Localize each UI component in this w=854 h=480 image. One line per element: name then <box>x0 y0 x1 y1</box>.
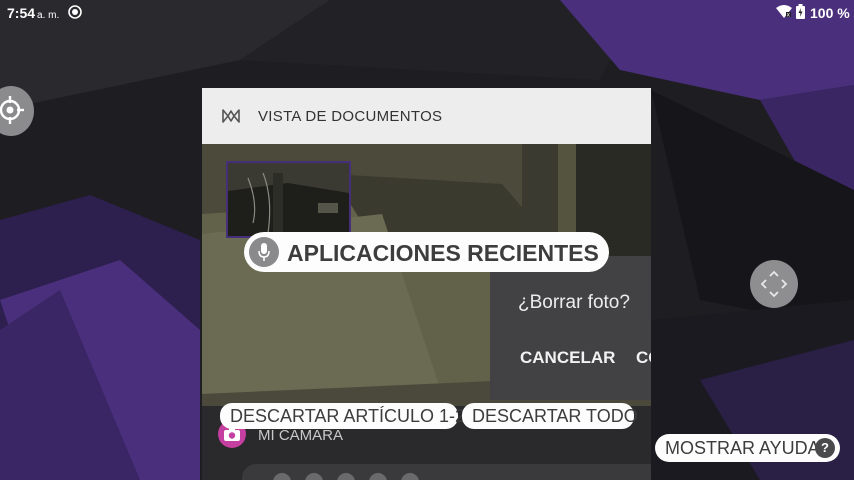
confirm-button[interactable]: CO <box>636 348 651 368</box>
status-clock: 7:54 a. m. <box>7 5 59 21</box>
discard-all-button[interactable]: DESCARTAR TODO <box>462 403 638 429</box>
card-title: VISTA DE DOCUMENTOS <box>258 108 443 125</box>
recent-apps-voice-label[interactable]: APLICACIONES RECIENTES <box>244 232 609 272</box>
photo-thumbnail[interactable] <box>226 161 351 238</box>
help-icon: ? <box>815 438 835 458</box>
clock-ampm: a. m. <box>37 10 60 21</box>
notification-icon <box>68 5 82 19</box>
discard-item-button[interactable]: DESCARTAR ARTÍCULO 1-2 <box>220 403 465 429</box>
camera-app-label: MI CÁMARA <box>258 427 344 444</box>
svg-text:x: x <box>787 12 791 19</box>
camera-controls-icons <box>273 473 419 480</box>
camera-glyph <box>224 427 240 441</box>
show-help-button[interactable]: MOSTRAR AYUDA ? <box>655 434 840 462</box>
microphone-icon <box>249 237 279 267</box>
battery-percent: 100 % <box>810 5 850 21</box>
documents-view-icon <box>222 109 240 123</box>
battery-icon <box>796 4 805 19</box>
dialog-message: ¿Borrar foto? <box>518 292 630 313</box>
cancel-button[interactable]: CANCELAR <box>520 348 615 368</box>
delete-photo-dialog: ¿Borrar foto? CANCELAR CO <box>490 256 651 400</box>
pan-arrows-icon <box>760 270 788 298</box>
status-bar: 7:54 a. m. x 100 % <box>0 0 854 24</box>
crosshair-icon <box>0 96 24 124</box>
voice-command-text: APLICACIONES RECIENTES <box>287 240 599 266</box>
wifi-icon: x <box>776 5 792 19</box>
clock-time: 7:54 <box>7 5 36 21</box>
pan-control-button[interactable] <box>750 260 798 308</box>
microphone-glyph <box>258 243 270 261</box>
show-help-label: MOSTRAR AYUDA <box>665 438 820 458</box>
card-header[interactable]: VISTA DE DOCUMENTOS <box>202 88 651 144</box>
thumbnail-image <box>228 163 349 236</box>
